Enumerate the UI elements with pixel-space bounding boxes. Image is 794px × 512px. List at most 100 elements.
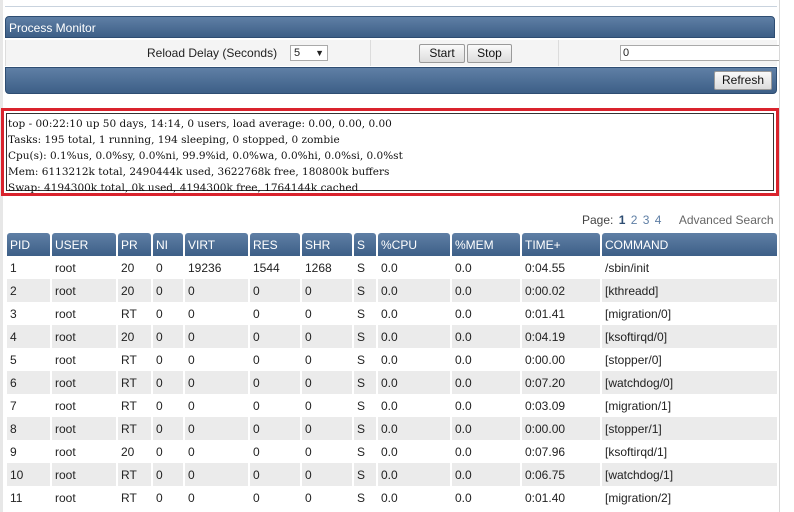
cell-user: root (52, 325, 116, 348)
table-row[interactable]: 2 root 20 0 0 0 0 S 0.0 0.0 0:00.02 [kthreadd] (7, 279, 777, 302)
cell-command: [migration/1] (602, 394, 777, 417)
cell-pid: 4 (7, 325, 50, 348)
cell-pr: RT (118, 417, 151, 440)
page-link-2[interactable]: 2 (631, 213, 638, 227)
table-row[interactable]: 10 root RT 0 0 0 0 S 0.0 0.0 0:06.75 [watchdog/1] (7, 463, 777, 486)
cell-shr: 0 (302, 348, 352, 371)
cell-pr: RT (118, 463, 151, 486)
table-row[interactable]: 11 root RT 0 0 0 0 S 0.0 0.0 0:01.40 [migration/2] (7, 486, 777, 509)
column-header-ni[interactable]: NI (153, 233, 183, 256)
cell-mem: 0.0 (452, 279, 520, 302)
dropdown-arrow-icon: ▼ (315, 48, 324, 58)
divider (370, 40, 371, 66)
cell-shr: 0 (302, 279, 352, 302)
cell-shr: 1268 (302, 256, 352, 279)
column-header-state[interactable]: S (354, 233, 376, 256)
cell-res: 0 (250, 486, 300, 509)
page-link-4[interactable]: 4 (655, 213, 662, 227)
cell-shr: 0 (302, 325, 352, 348)
cell-pid: 7 (7, 394, 50, 417)
column-header-res[interactable]: RES (250, 233, 300, 256)
cell-ni: 0 (153, 394, 183, 417)
cell-res: 0 (250, 302, 300, 325)
table-row[interactable]: 4 root 20 0 0 0 0 S 0.0 0.0 0:04.19 [ksoftirqd/0] (7, 325, 777, 348)
page-label: Page: (582, 213, 614, 227)
column-header-mem[interactable]: %MEM (452, 233, 520, 256)
cell-command: [ksoftirqd/0] (602, 325, 777, 348)
column-header-time[interactable]: TIME+ (522, 233, 600, 256)
cell-virt: 0 (185, 325, 248, 348)
cell-state: S (354, 440, 376, 463)
cell-user: root (52, 394, 116, 417)
cell-command: [stopper/0] (602, 348, 777, 371)
reload-delay-select[interactable]: 5 ▼ (290, 45, 328, 61)
cell-mem: 0.0 (452, 417, 520, 440)
table-row[interactable]: 8 root RT 0 0 0 0 S 0.0 0.0 0:00.00 [stopper/1] (7, 417, 777, 440)
cell-cpu: 0.0 (378, 325, 450, 348)
table-row[interactable]: 5 root RT 0 0 0 0 S 0.0 0.0 0:00.00 [stopper/0] (7, 348, 777, 371)
cell-cpu: 0.0 (378, 256, 450, 279)
cell-mem: 0.0 (452, 463, 520, 486)
start-button[interactable]: Start (419, 44, 465, 63)
stop-button[interactable]: Stop (467, 44, 512, 63)
cell-shr: 0 (302, 394, 352, 417)
column-header-cpu[interactable]: %CPU (378, 233, 450, 256)
cell-state: S (354, 394, 376, 417)
column-header-pid[interactable]: PID (7, 233, 50, 256)
cell-cpu: 0.0 (378, 302, 450, 325)
table-row[interactable]: 3 root RT 0 0 0 0 S 0.0 0.0 0:01.41 [migration/0] (7, 302, 777, 325)
cell-cpu: 0.0 (378, 486, 450, 509)
cell-virt: 0 (185, 417, 248, 440)
column-header-shr[interactable]: SHR (302, 233, 352, 256)
cell-mem: 0.0 (452, 440, 520, 463)
cell-res: 0 (250, 325, 300, 348)
cell-shr: 0 (302, 371, 352, 394)
table-row[interactable]: 6 root RT 0 0 0 0 S 0.0 0.0 0:07.20 [watchdog/0] (7, 371, 777, 394)
table-row[interactable]: 9 root 20 0 0 0 0 S 0.0 0.0 0:07.96 [ksoftirqd/1] (7, 440, 777, 463)
cell-mem: 0.0 (452, 302, 520, 325)
column-header-pr[interactable]: PR (118, 233, 151, 256)
cell-command: [watchdog/0] (602, 371, 777, 394)
cell-command: [ksoftirqd/1] (602, 440, 777, 463)
cell-pr: RT (118, 486, 151, 509)
cell-command: /sbin/init (602, 256, 777, 279)
reload-delay-value: 5 (294, 47, 301, 59)
cell-pr: RT (118, 302, 151, 325)
cell-state: S (354, 463, 376, 486)
cell-time: 0:07.20 (522, 371, 600, 394)
page-link-1[interactable]: 1 (619, 213, 626, 227)
top-output-text: top - 00:22:10 up 50 days, 14:14, 0 user… (6, 113, 774, 194)
cell-mem: 0.0 (452, 325, 520, 348)
table-row[interactable]: 1 root 20 0 19236 1544 1268 S 0.0 0.0 0:04.55/sbin… (7, 256, 777, 279)
cell-command: [migration/0] (602, 302, 777, 325)
cell-virt: 0 (185, 279, 248, 302)
cell-time: 0:06.75 (522, 463, 600, 486)
advanced-search-link[interactable]: Advanced Search (679, 213, 774, 227)
column-header-user[interactable]: USER (52, 233, 116, 256)
cell-virt: 0 (185, 440, 248, 463)
cell-cpu: 0.0 (378, 440, 450, 463)
cell-mem: 0.0 (452, 486, 520, 509)
table-body: 1 root 20 0 19236 1544 1268 S 0.0 0.0 0:04.55/sbin… (7, 256, 777, 509)
refresh-button[interactable]: Refresh (714, 71, 772, 90)
cell-ni: 0 (153, 486, 183, 509)
table-row[interactable]: 7 root RT 0 0 0 0 S 0.0 0.0 0:03.09 [migration/1] (7, 394, 777, 417)
cell-cpu: 0.0 (378, 417, 450, 440)
cell-command: [migration/2] (602, 486, 777, 509)
filter-input[interactable]: 0 (620, 45, 781, 61)
scrollbar-track[interactable] (779, 0, 794, 512)
cell-res: 0 (250, 417, 300, 440)
page-link-3[interactable]: 3 (643, 213, 650, 227)
cell-command: [stopper/1] (602, 417, 777, 440)
cell-ni: 0 (153, 279, 183, 302)
cell-res: 0 (250, 440, 300, 463)
cell-shr: 0 (302, 486, 352, 509)
column-header-virt[interactable]: VIRT (185, 233, 248, 256)
cell-virt: 19236 (185, 256, 248, 279)
cell-virt: 0 (185, 394, 248, 417)
left-border (0, 0, 3, 512)
column-header-command[interactable]: COMMAND (602, 233, 777, 256)
cell-state: S (354, 348, 376, 371)
cell-ni: 0 (153, 463, 183, 486)
swap-line: Swap: 4194300k total, 0k used, 4194300k … (8, 182, 359, 194)
